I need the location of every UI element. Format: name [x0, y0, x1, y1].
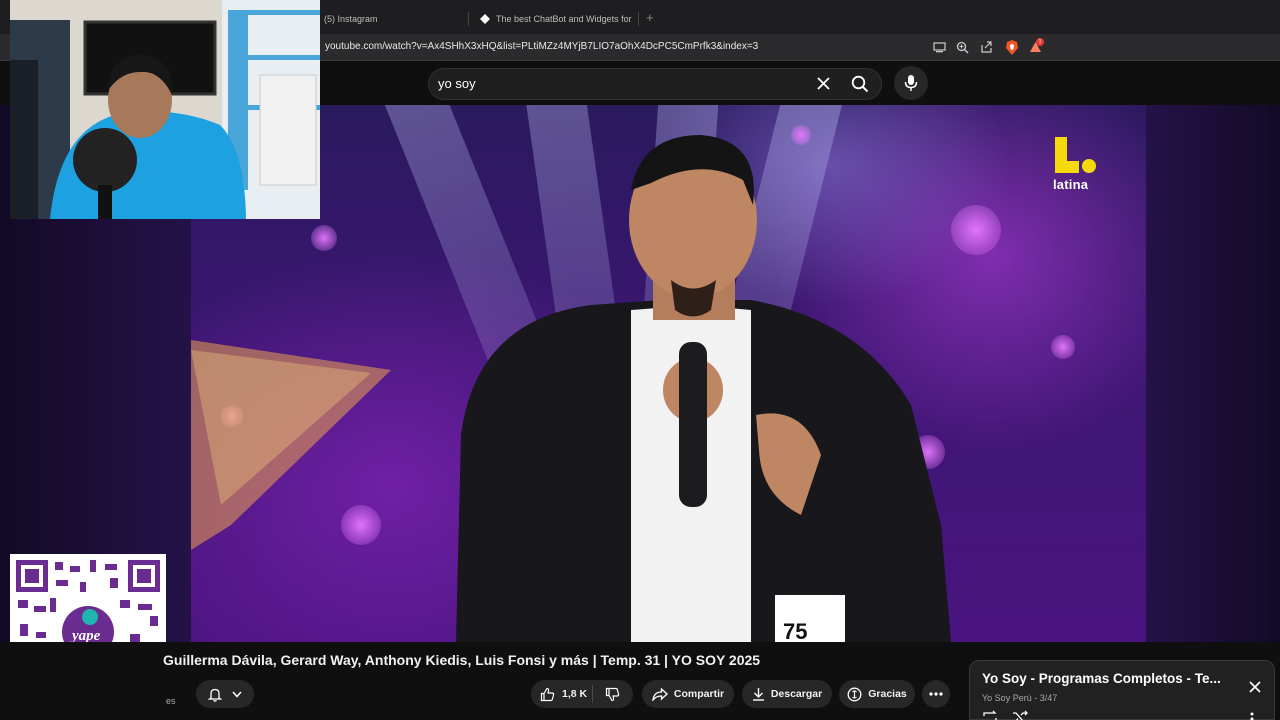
share-page-icon[interactable]	[979, 40, 993, 54]
more-actions-button[interactable]	[922, 680, 950, 708]
mic-icon	[904, 75, 918, 91]
voice-search-button[interactable]	[894, 66, 928, 100]
close-icon	[1249, 681, 1261, 693]
tab-instagram[interactable]: (5) Instagram	[324, 8, 464, 30]
diamond-icon	[480, 14, 490, 24]
search-button[interactable]	[846, 70, 874, 98]
streamer-webcam	[10, 0, 320, 219]
playlist-channel[interactable]: Yo Soy Perú	[982, 693, 1032, 703]
subscription-notifications-button[interactable]	[196, 680, 254, 708]
like-button[interactable]: 1,8 K	[531, 685, 593, 703]
video-title: Guillerma Dávila, Gerard Way, Anthony Ki…	[163, 652, 761, 668]
thanks-button[interactable]: Gracias	[839, 680, 915, 708]
new-tab-button[interactable]: +	[646, 10, 654, 26]
url-field[interactable]: youtube.com/watch?v=Ax4SHhX3xHQ&list=PLt…	[325, 41, 758, 52]
tab-divider	[468, 12, 469, 26]
singer-figure: 75	[191, 135, 951, 642]
super-thanks-icon	[847, 687, 862, 701]
close-icon	[816, 76, 830, 90]
tab-divider	[638, 12, 639, 26]
loop-icon	[983, 710, 997, 720]
brave-shield-icon[interactable]	[1004, 39, 1020, 55]
webcam-scene	[10, 0, 320, 219]
latina-logo	[1055, 137, 1096, 173]
tab-label: (5) Instagram	[324, 14, 378, 24]
more-vertical-icon	[1250, 712, 1254, 720]
share-icon	[652, 687, 668, 701]
video-side-blur-right	[1146, 105, 1280, 642]
playlist-meta: Yo Soy Perú - 3/47	[982, 693, 1057, 703]
search-query: yo soy	[438, 76, 476, 91]
playlist-close-button[interactable]	[1246, 678, 1264, 696]
share-label: Compartir	[673, 688, 725, 700]
notification-badge: 1	[1036, 38, 1044, 46]
thanks-label: Gracias	[868, 688, 907, 700]
download-button[interactable]: Descargar	[742, 680, 832, 708]
dislike-button[interactable]	[593, 687, 633, 702]
channel-logo-text: latina	[1053, 177, 1089, 192]
cast-icon[interactable]	[932, 40, 946, 54]
like-count: 1,8 K	[562, 688, 588, 700]
tab-label: The best ChatBot and Widgets for Ki	[496, 14, 632, 24]
bell-icon	[208, 688, 222, 702]
shuffle-icon	[1013, 710, 1028, 720]
playlist-position: 3/47	[1039, 693, 1058, 703]
shuffle-button[interactable]	[1012, 710, 1028, 720]
like-dislike-group: 1,8 K	[531, 680, 633, 708]
channel-subscriber-fragment: es	[166, 696, 176, 706]
chevron-down-icon	[232, 691, 242, 698]
share-button[interactable]: Compartir	[642, 680, 734, 708]
playlist-menu-button[interactable]	[1250, 710, 1260, 720]
thumbs-down-icon	[606, 687, 620, 701]
download-icon	[752, 688, 764, 701]
playlist-title[interactable]: Yo Soy - Programas Completos - Te...	[982, 671, 1221, 686]
more-horizontal-icon	[929, 692, 943, 696]
download-label: Descargar	[770, 688, 823, 700]
thumbs-up-icon	[540, 687, 555, 701]
svg-text:75: 75	[783, 619, 807, 642]
clear-search-button[interactable]	[813, 73, 833, 93]
loop-button[interactable]	[982, 710, 998, 720]
video-player[interactable]: 75 latina	[191, 105, 1146, 642]
zoom-icon[interactable]	[955, 40, 969, 54]
tab-chatbot[interactable]: The best ChatBot and Widgets for Ki	[480, 8, 632, 30]
search-icon	[851, 75, 869, 93]
